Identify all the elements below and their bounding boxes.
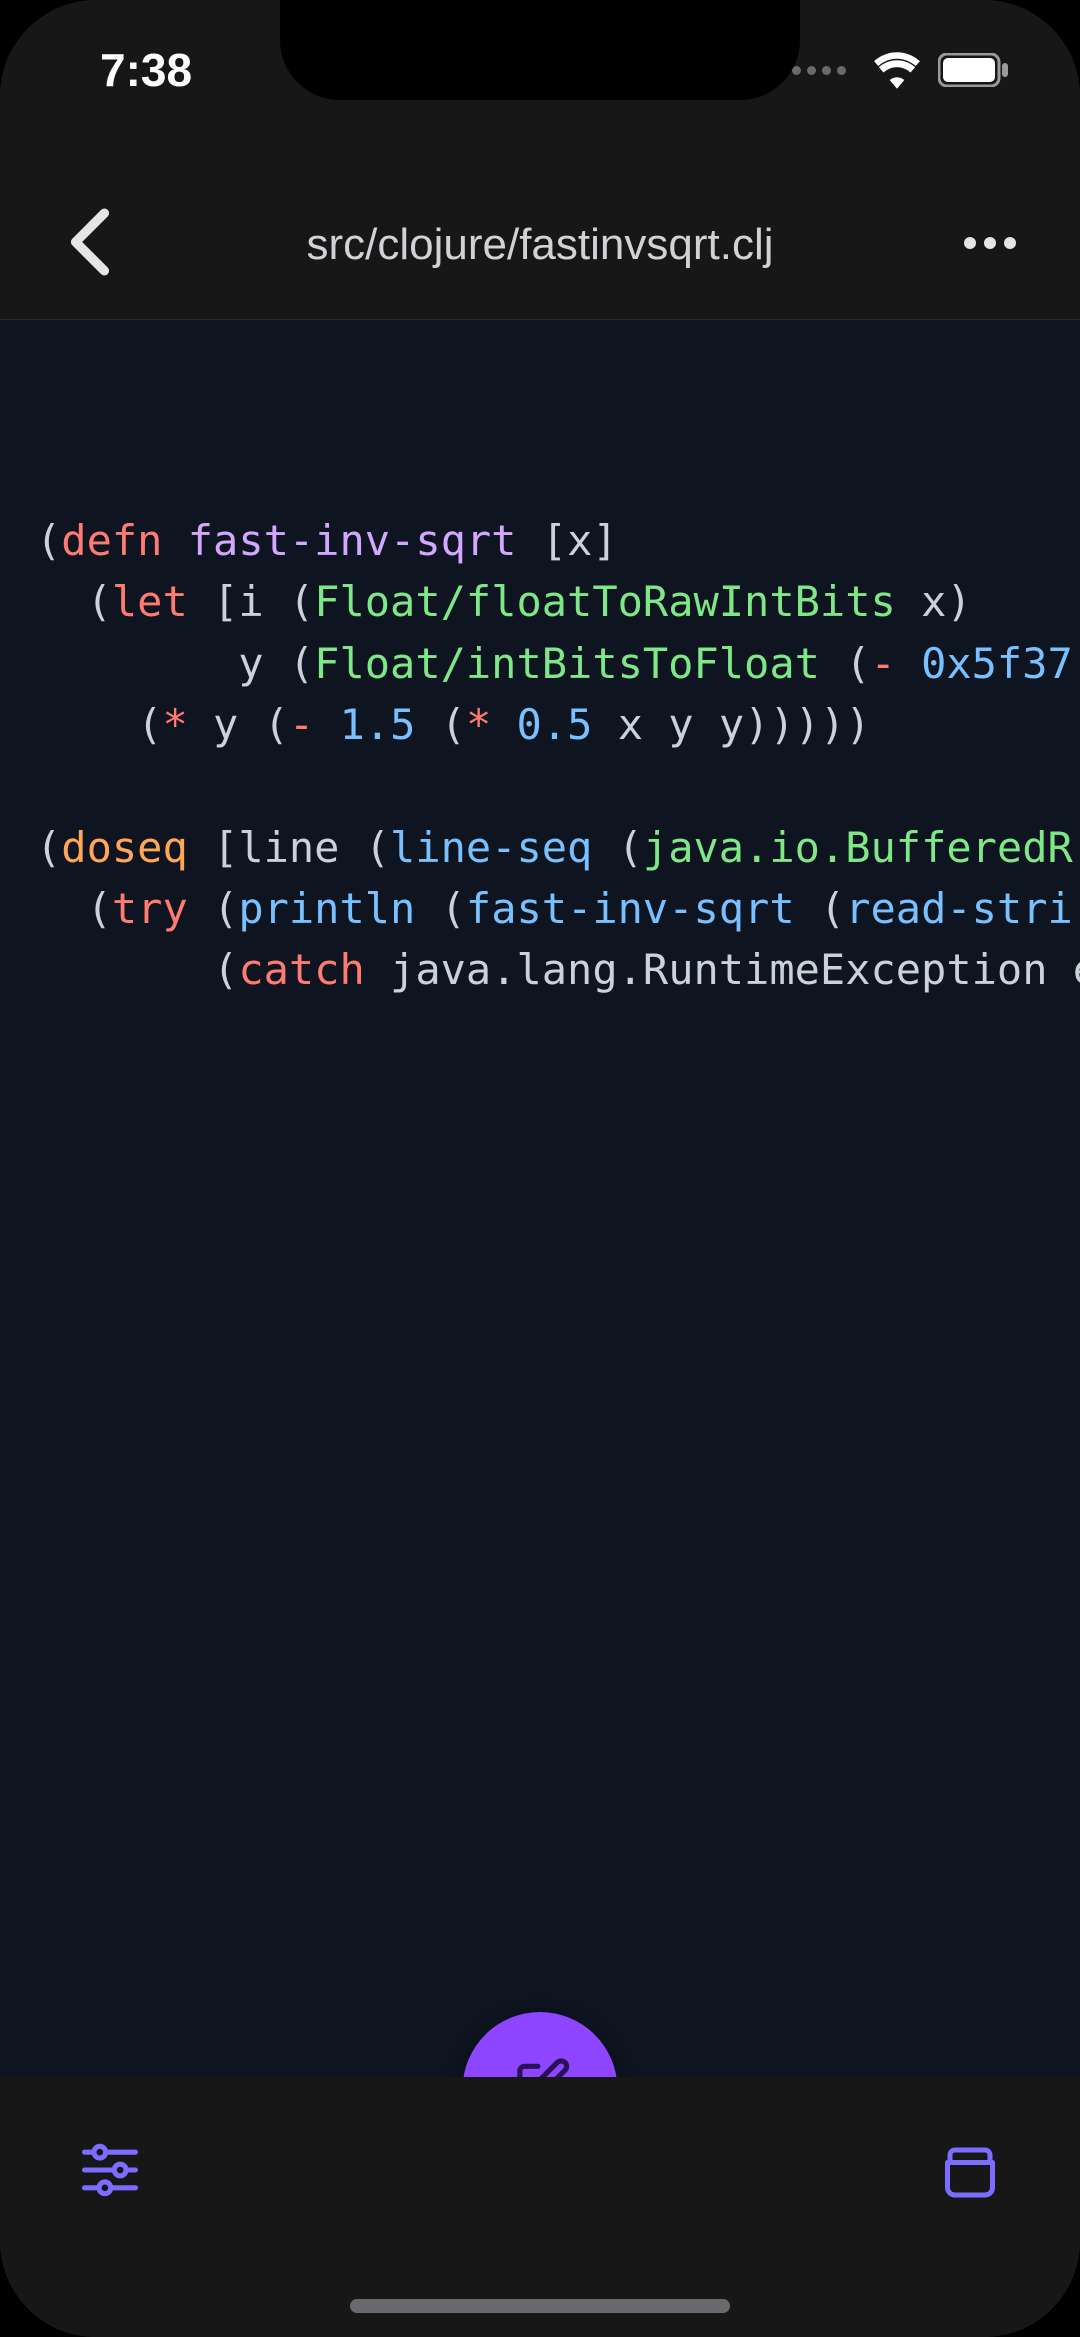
home-indicator	[350, 2299, 730, 2313]
sliders-icon	[79, 2142, 141, 2203]
device-notch	[280, 0, 800, 100]
file-path-title: src/clojure/fastinvsqrt.clj	[306, 220, 773, 270]
files-button[interactable]	[930, 2132, 1010, 2212]
settings-sliders-button[interactable]	[70, 2132, 150, 2212]
code-content: (defn fast-inv-sqrt [x] (let [i (Float/f…	[36, 510, 1080, 1001]
archive-box-icon	[940, 2142, 1000, 2203]
header: src/clojure/fastinvsqrt.clj	[0, 170, 1080, 320]
cellular-dots-icon	[792, 66, 846, 75]
chevron-left-icon	[68, 206, 112, 283]
status-indicators	[792, 51, 1010, 89]
back-button[interactable]	[50, 205, 130, 285]
battery-icon	[938, 53, 1010, 87]
more-button[interactable]	[950, 205, 1030, 285]
wifi-icon	[872, 51, 922, 89]
code-viewer[interactable]: (defn fast-inv-sqrt [x] (let [i (Float/f…	[0, 320, 1080, 2077]
status-time: 7:38	[100, 43, 192, 97]
more-horizontal-icon	[963, 236, 1017, 254]
bottom-toolbar	[0, 2077, 1080, 2337]
